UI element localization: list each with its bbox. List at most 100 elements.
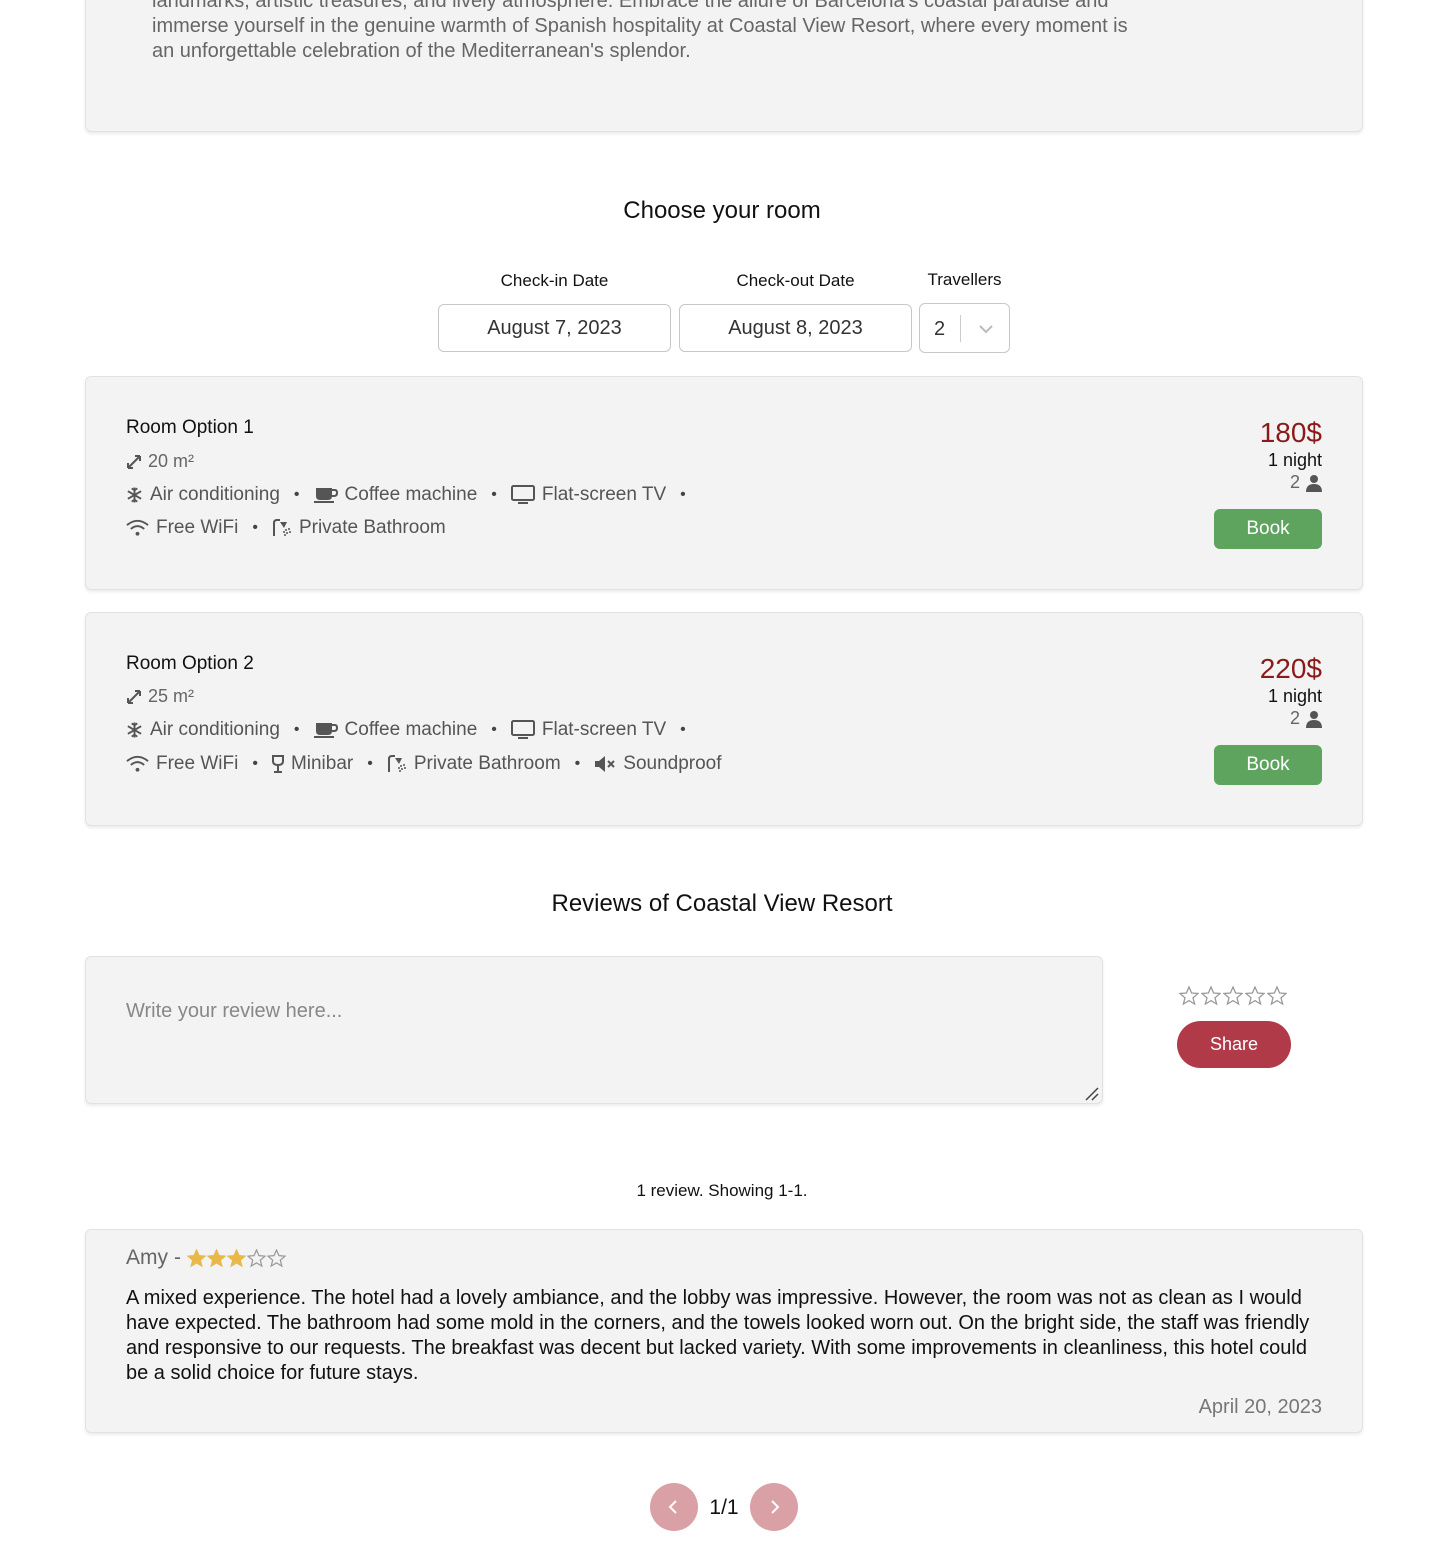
travellers-label: Travellers — [927, 270, 1002, 289]
star-empty-icon[interactable] — [1223, 986, 1243, 1006]
rating-input[interactable] — [1179, 986, 1287, 1006]
chevron-down-icon — [979, 325, 993, 334]
prev-page-button[interactable] — [650, 1483, 698, 1531]
amenity-private-bathroom: Private Bathroom — [272, 517, 446, 539]
amenity-flat-screen-tv: Flat-screen TV — [510, 484, 666, 506]
room-card: Room Option 2 25 m² Air conditioning • C… — [85, 612, 1363, 826]
checkin-label: Check-in Date — [500, 271, 609, 290]
chevron-right-icon — [771, 1500, 780, 1514]
review-header: Amy - — [126, 1246, 286, 1270]
room-price: 180$ — [1259, 417, 1322, 448]
amenity-free-wifi: Free WiFi — [126, 517, 238, 539]
reviews-title: Reviews of Coastal View Resort — [551, 890, 893, 917]
travellers-select[interactable]: 2 — [919, 303, 1010, 353]
star-empty-icon[interactable] — [1201, 986, 1221, 1006]
amenities-row: Air conditioning • Coffee machine • Flat… — [126, 484, 700, 506]
checkout-date-input[interactable]: August 8, 2023 — [679, 304, 912, 352]
room-guests: 2 — [1290, 472, 1322, 493]
star-filled-icon — [207, 1248, 226, 1267]
person-icon — [1306, 710, 1322, 728]
volume-mute-icon — [595, 756, 615, 772]
star-filled-icon — [227, 1248, 246, 1267]
page-indicator: 1/1 — [709, 1496, 739, 1519]
room-nights: 1 night — [1267, 686, 1322, 706]
room-guests-count: 2 — [1289, 472, 1300, 492]
room-card: Room Option 1 20 m² Air conditioning • C… — [85, 376, 1363, 590]
review-rating — [187, 1248, 286, 1268]
snowflake-icon — [127, 487, 142, 503]
coffee-icon — [313, 488, 338, 503]
hotel-description-card: landmarks, artistic treasures, and livel… — [85, 0, 1363, 132]
bullet-separator: • — [293, 721, 300, 738]
coffee-icon — [313, 723, 338, 738]
bullet-separator: • — [367, 755, 373, 772]
review-text: A mixed experience. The hotel had a love… — [126, 1287, 1310, 1384]
shower-icon — [387, 755, 406, 772]
review-card: Amy - A mixed experience. The hotel had … — [85, 1229, 1363, 1433]
bullet-separator: • — [574, 755, 581, 772]
room-guests-count: 2 — [1289, 708, 1300, 728]
amenity-free-wifi: Free WiFi — [126, 753, 238, 775]
wifi-icon — [126, 519, 149, 536]
review-author: Amy — [126, 1246, 168, 1269]
star-empty-icon[interactable] — [1245, 986, 1265, 1006]
wifi-icon — [126, 755, 149, 772]
star-empty-icon — [247, 1248, 266, 1267]
review-separator: - — [174, 1246, 181, 1269]
amenity-air-conditioning: Air conditioning — [126, 719, 280, 741]
amenities-row: Free WiFi • Private Bathroom — [126, 517, 446, 539]
room-price: 220$ — [1259, 653, 1322, 684]
book-button[interactable]: Book — [1214, 745, 1322, 785]
room-size: 25 m² — [126, 686, 194, 707]
review-count: 1 review. Showing 1-1. — [636, 1181, 808, 1200]
amenity-flat-screen-tv: Flat-screen TV — [510, 719, 666, 741]
bullet-separator: • — [491, 721, 497, 738]
star-empty-icon[interactable] — [1179, 986, 1199, 1006]
bullet-separator: • — [680, 486, 686, 503]
shower-icon — [272, 519, 291, 536]
room-size: 20 m² — [126, 451, 194, 472]
choose-room-title: Choose your room — [623, 197, 821, 224]
tv-icon — [510, 720, 535, 739]
star-empty-icon[interactable] — [1267, 986, 1287, 1006]
bullet-separator: • — [680, 721, 686, 738]
checkin-date-input[interactable]: August 7, 2023 — [438, 304, 671, 352]
room-size-value: 25 m² — [148, 686, 195, 706]
amenity-air-conditioning: Air conditioning — [126, 484, 280, 506]
review-date: April 20, 2023 — [1198, 1396, 1322, 1418]
amenity-minibar: Minibar — [271, 753, 353, 775]
checkout-label: Check-out Date — [736, 271, 855, 290]
expand-arrows-icon — [127, 689, 141, 704]
bullet-separator: • — [252, 519, 258, 536]
hotel-description: landmarks, artistic treasures, and livel… — [152, 0, 1128, 62]
room-size-value: 20 m² — [148, 451, 195, 471]
bullet-separator: • — [252, 755, 258, 772]
travellers-value: 2 — [934, 318, 946, 340]
star-empty-icon — [267, 1248, 286, 1267]
bullet-separator: • — [491, 486, 497, 503]
amenity-soundproof: Soundproof — [594, 753, 722, 775]
tv-icon — [510, 485, 535, 504]
review-textarea[interactable] — [85, 956, 1103, 1104]
amenity-coffee-machine: Coffee machine — [313, 719, 477, 741]
resize-handle-icon[interactable] — [1084, 1086, 1100, 1102]
bullet-separator: • — [293, 486, 300, 503]
room-name: Room Option 2 — [126, 653, 254, 674]
wine-glass-icon — [271, 755, 284, 773]
person-icon — [1306, 474, 1322, 492]
snowflake-icon — [127, 722, 142, 738]
amenity-coffee-machine: Coffee machine — [313, 484, 477, 506]
room-guests: 2 — [1290, 708, 1322, 729]
room-name: Room Option 1 — [126, 417, 254, 438]
book-button[interactable]: Book — [1214, 509, 1322, 549]
chevron-left-icon — [668, 1500, 677, 1514]
next-page-button[interactable] — [750, 1483, 798, 1531]
amenities-row: Air conditioning • Coffee machine • Flat… — [126, 719, 700, 741]
share-button[interactable]: Share — [1177, 1021, 1291, 1068]
select-separator — [960, 315, 961, 342]
room-nights: 1 night — [1267, 450, 1322, 470]
expand-arrows-icon — [127, 454, 141, 469]
amenities-row: Free WiFi • Minibar • Private Bathroom •… — [126, 753, 722, 775]
star-filled-icon — [187, 1248, 206, 1267]
amenity-private-bathroom: Private Bathroom — [387, 753, 561, 775]
